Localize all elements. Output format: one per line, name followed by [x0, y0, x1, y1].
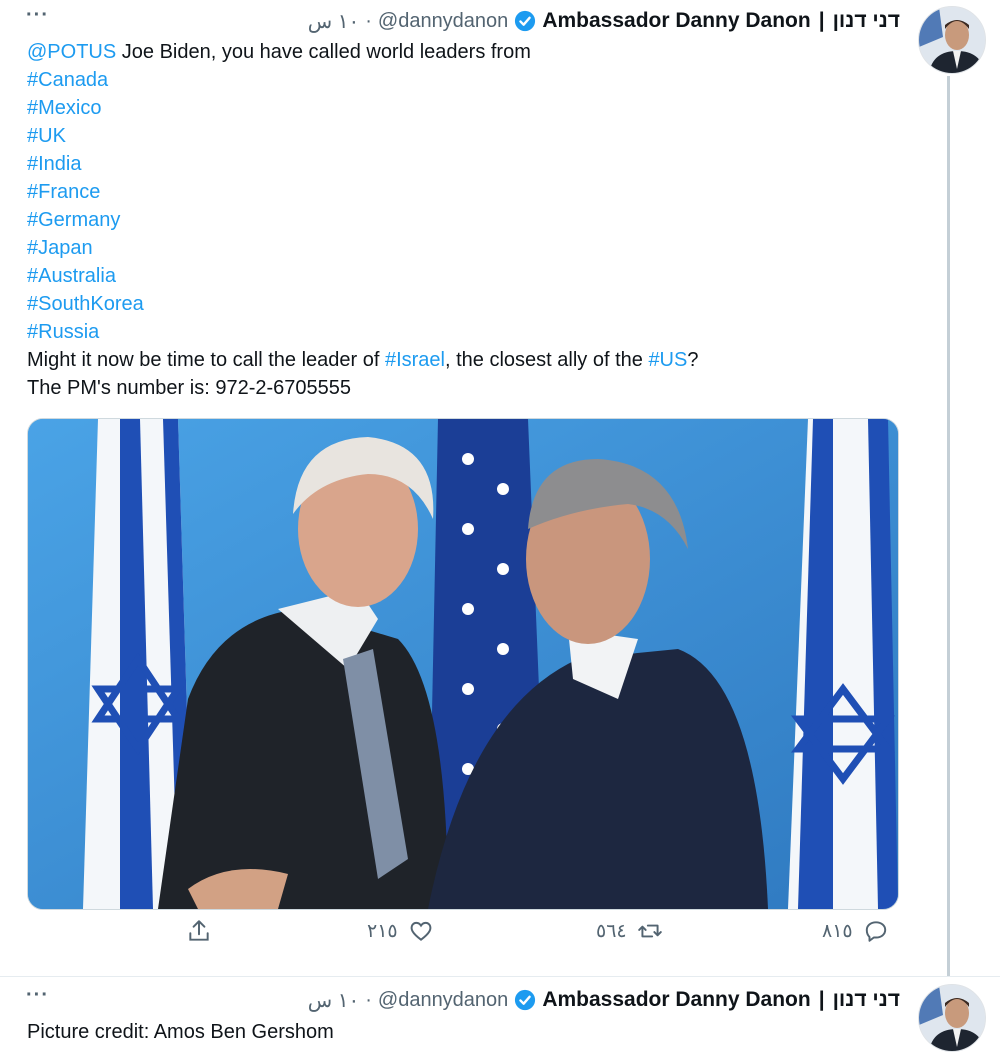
hashtag-link[interactable]: #UK — [27, 125, 66, 147]
text-span: , the closest ally of the — [445, 349, 649, 371]
tweet-photo[interactable] — [27, 418, 899, 910]
timestamp[interactable]: ١٠ س — [308, 988, 359, 1013]
hashtag-link[interactable]: #India — [27, 153, 82, 175]
like-count: ٢١٥ — [367, 920, 398, 942]
text-line: The PM's number is: 972-2-6705555 — [27, 374, 907, 402]
author-name-en[interactable]: Ambassador Danny Danon — [542, 9, 810, 33]
author-handle[interactable]: @dannydanon — [378, 10, 508, 33]
like-button[interactable]: ٢١٥ — [367, 918, 434, 944]
reply-count: ٨١٥ — [822, 920, 853, 942]
more-options-button[interactable]: ··· — [26, 984, 49, 1007]
tweet-actions: ٢١٥ ٥٦٤ ٨١٥ — [0, 918, 1000, 958]
author-name-he[interactable]: דני דנון — [833, 9, 900, 33]
verified-badge-icon — [514, 10, 536, 32]
reply-icon — [865, 921, 886, 942]
tweet-header: ١٠ س · @dannydanon Ambassador Danny Dano… — [308, 4, 900, 38]
retweet-count: ٥٦٤ — [596, 920, 627, 942]
share-button[interactable] — [186, 918, 212, 944]
author-name-he[interactable]: דני דנון — [833, 988, 900, 1012]
tweet[interactable]: ··· ١٠ س · @dannydanon Ambassador Danny … — [0, 0, 1000, 976]
hashtag-link[interactable]: #Australia — [27, 265, 116, 287]
like-icon — [410, 921, 432, 941]
tweet-text: @POTUS Joe Biden, you have called world … — [27, 38, 907, 402]
timestamp[interactable]: ١٠ س — [308, 9, 359, 34]
text-span: The PM's number is: 972-2-6705555 — [27, 377, 351, 399]
photo-image — [28, 419, 898, 909]
more-icon: ··· — [26, 4, 49, 26]
more-icon: ··· — [26, 984, 49, 1006]
hashtag-link[interactable]: #Japan — [27, 237, 93, 259]
hashtag-link[interactable]: #Israel — [385, 349, 445, 371]
hashtag-link[interactable]: #Germany — [27, 209, 120, 231]
author-handle[interactable]: @dannydanon — [378, 989, 508, 1012]
name-separator: | — [818, 988, 825, 1011]
retweet-button[interactable]: ٥٦٤ — [596, 918, 663, 944]
avatar[interactable] — [918, 6, 986, 74]
text-line: @POTUS Joe Biden, you have called world … — [27, 38, 907, 66]
thread-connector — [947, 76, 950, 976]
author-name-en[interactable]: Ambassador Danny Danon — [542, 988, 810, 1012]
hashtag-link[interactable]: #Russia — [27, 321, 99, 343]
tweet-divider — [0, 976, 1000, 977]
text-span: Might it now be time to call the leader … — [27, 349, 385, 371]
dot-separator: · — [365, 988, 372, 1011]
hashtag-link[interactable]: #US — [648, 349, 687, 371]
text-line: Might it now be time to call the leader … — [27, 346, 907, 374]
hashtag-link[interactable]: #France — [27, 181, 100, 203]
verified-badge-icon — [514, 989, 536, 1011]
tweet[interactable]: ··· ١٠ س · @dannydanon Ambassador Danny … — [0, 978, 1000, 1060]
retweet-icon — [637, 924, 662, 938]
name-separator: | — [818, 9, 825, 32]
text-span: ? — [687, 349, 699, 371]
tweet-header: ١٠ س · @dannydanon Ambassador Danny Dano… — [308, 983, 900, 1017]
text-span: Joe Biden, you have called world leaders… — [116, 41, 531, 63]
reply-button[interactable]: ٨١٥ — [822, 918, 889, 944]
hashtag-link[interactable]: #SouthKorea — [27, 293, 144, 315]
hashtag-link[interactable]: #Canada — [27, 69, 108, 91]
text-span: Picture credit: Amos Ben Gershom — [27, 1021, 334, 1043]
more-options-button[interactable]: ··· — [26, 4, 49, 27]
mention-link[interactable]: @POTUS — [27, 41, 116, 63]
dot-separator: · — [365, 9, 372, 32]
avatar[interactable] — [918, 984, 986, 1052]
share-icon — [189, 920, 209, 941]
hashtag-link[interactable]: #Mexico — [27, 97, 101, 119]
tweet-text: Picture credit: Amos Ben Gershom — [27, 1018, 907, 1046]
